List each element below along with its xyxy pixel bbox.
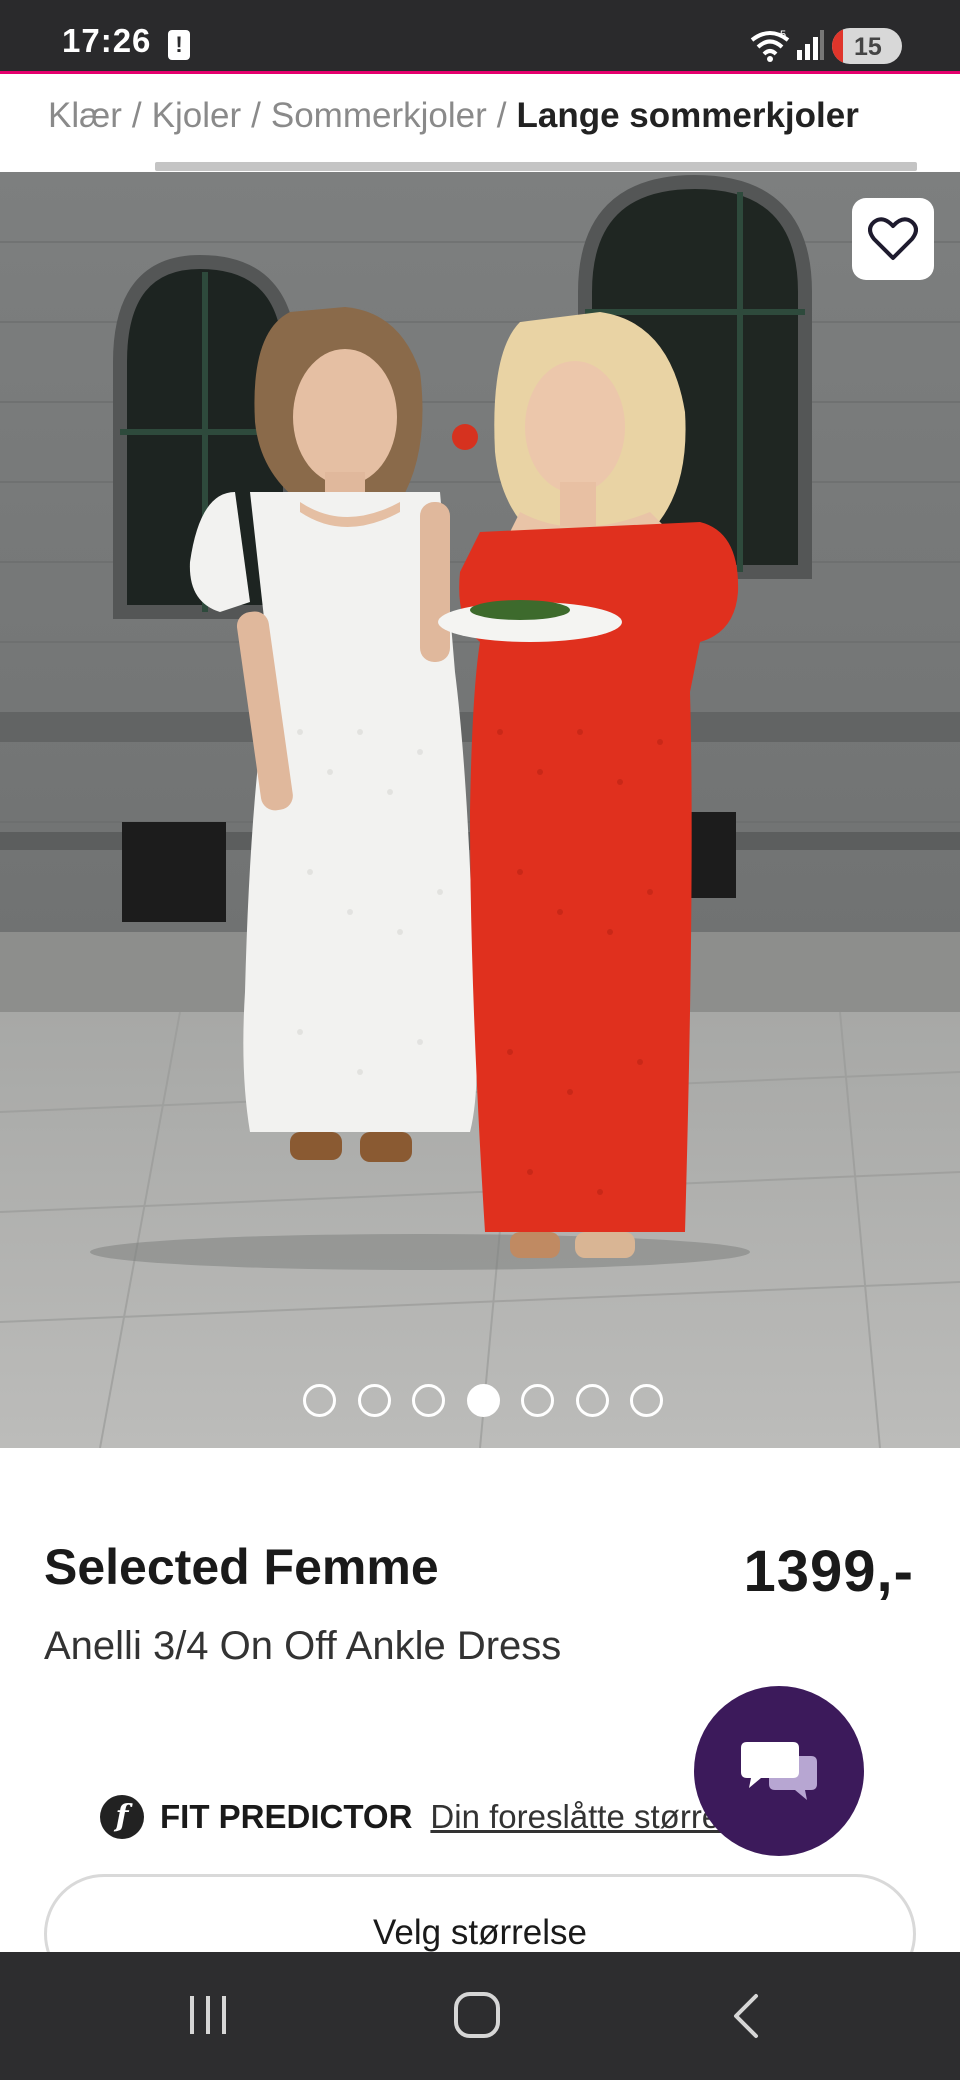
wifi-band-label: 5 <box>780 29 786 41</box>
alert-icon: ! <box>168 30 190 60</box>
battery-indicator: 15 <box>832 28 902 64</box>
navigation-bar <box>0 1952 960 2080</box>
signal-bars-icon <box>797 30 824 60</box>
fit-predictor-title: FIT PREDICTOR <box>160 1798 413 1835</box>
status-clock: 17:26 <box>62 22 152 59</box>
status-bar: 17:26 ! 5 15 <box>0 0 960 72</box>
battery-fill <box>832 28 843 64</box>
back-icon[interactable] <box>730 1992 762 2040</box>
wifi-icon: 5 <box>750 29 790 62</box>
heart-outline-icon <box>868 217 918 260</box>
breadcrumb-separator: / <box>496 96 507 135</box>
pager-dot[interactable] <box>303 1384 336 1417</box>
size-select-label: Velg størrelse <box>373 1913 587 1952</box>
product-photo-illustration <box>0 172 960 1448</box>
pager-dot[interactable] <box>412 1384 445 1417</box>
product-brand[interactable]: Selected Femme <box>44 1538 439 1596</box>
breadcrumb-item-klaer[interactable]: Klær <box>48 96 122 135</box>
breadcrumb-separator: / <box>251 96 261 135</box>
fit-predictor-logo-icon: f <box>100 1795 144 1839</box>
fit-predictor: f FIT PREDICTOR Din foreslåtte størrelse <box>100 1794 762 1840</box>
image-pager <box>303 1384 663 1418</box>
breadcrumb-separator: / <box>131 96 142 135</box>
pager-dot[interactable] <box>575 1384 609 1417</box>
battery-level: 15 <box>854 33 882 61</box>
pager-dot[interactable] <box>630 1384 663 1417</box>
pager-dot[interactable] <box>357 1384 391 1417</box>
product-name: Anelli 3/4 On Off Ankle Dress <box>44 1624 562 1668</box>
home-icon[interactable] <box>452 1990 502 2040</box>
breadcrumb-item-kjoler[interactable]: Kjoler <box>152 96 241 135</box>
breadcrumb-current: Lange sommerkjoler <box>516 96 859 135</box>
pager-dot[interactable] <box>466 1384 500 1417</box>
status-accent-line <box>0 71 960 74</box>
pager-dot[interactable] <box>521 1384 554 1417</box>
product-image[interactable] <box>0 172 960 1448</box>
product-price: 1399,- <box>743 1539 914 1604</box>
favorite-button[interactable] <box>852 198 934 280</box>
chat-bubbles-icon <box>741 1742 817 1800</box>
chat-button[interactable] <box>694 1686 864 1856</box>
breadcrumb: Klær / Kjoler / Sommerkjoler / Lange sommerkjo… <box>48 96 928 152</box>
recent-apps-icon[interactable] <box>186 1992 230 2038</box>
breadcrumb-scrollbar[interactable] <box>155 162 917 171</box>
breadcrumb-item-sommerkjoler[interactable]: Sommerkjoler <box>271 96 487 135</box>
